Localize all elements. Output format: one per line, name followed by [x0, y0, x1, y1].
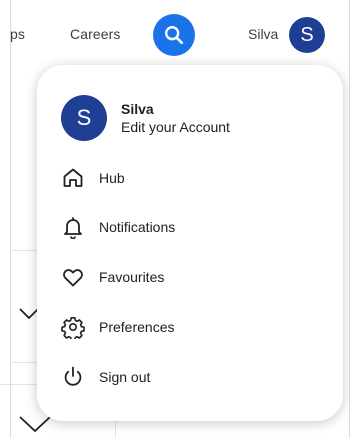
nav-link-careers[interactable]: Careers — [70, 26, 121, 42]
top-navigation: ps Careers Silva S — [0, 0, 351, 64]
home-icon — [61, 166, 85, 190]
account-info: Silva Edit your Account — [121, 100, 230, 136]
nav-link-partial[interactable]: ps — [10, 26, 25, 42]
nav-avatar[interactable]: S — [289, 17, 325, 53]
divider — [10, 362, 38, 363]
bell-icon — [61, 215, 85, 239]
chevron-down-icon[interactable] — [18, 414, 52, 434]
account-link[interactable]: S Silva Edit your Account — [61, 95, 230, 141]
power-icon — [61, 365, 85, 389]
divider — [0, 384, 40, 385]
menu-item-label: Favourites — [99, 269, 165, 285]
menu-item-label: Preferences — [99, 319, 175, 335]
edit-account-label: Edit your Account — [121, 119, 230, 135]
search-button[interactable] — [153, 14, 195, 56]
nav-user-name[interactable]: Silva — [248, 26, 278, 42]
menu-item-hub[interactable]: Hub — [61, 165, 125, 191]
heart-icon — [61, 265, 85, 289]
account-menu: S Silva Edit your Account Hub Notificati… — [37, 65, 343, 421]
account-name: Silva — [121, 101, 154, 117]
menu-item-sign-out[interactable]: Sign out — [61, 364, 150, 390]
avatar: S — [61, 95, 107, 141]
divider — [10, 250, 38, 251]
menu-item-label: Hub — [99, 170, 125, 186]
menu-item-label: Sign out — [99, 369, 151, 385]
menu-item-preferences[interactable]: Preferences — [61, 314, 174, 340]
search-icon — [165, 26, 184, 45]
menu-item-notifications[interactable]: Notifications — [61, 214, 175, 240]
menu-item-favourites[interactable]: Favourites — [61, 264, 164, 290]
menu-item-label: Notifications — [99, 219, 176, 235]
divider — [115, 420, 116, 438]
gear-icon — [61, 315, 85, 339]
